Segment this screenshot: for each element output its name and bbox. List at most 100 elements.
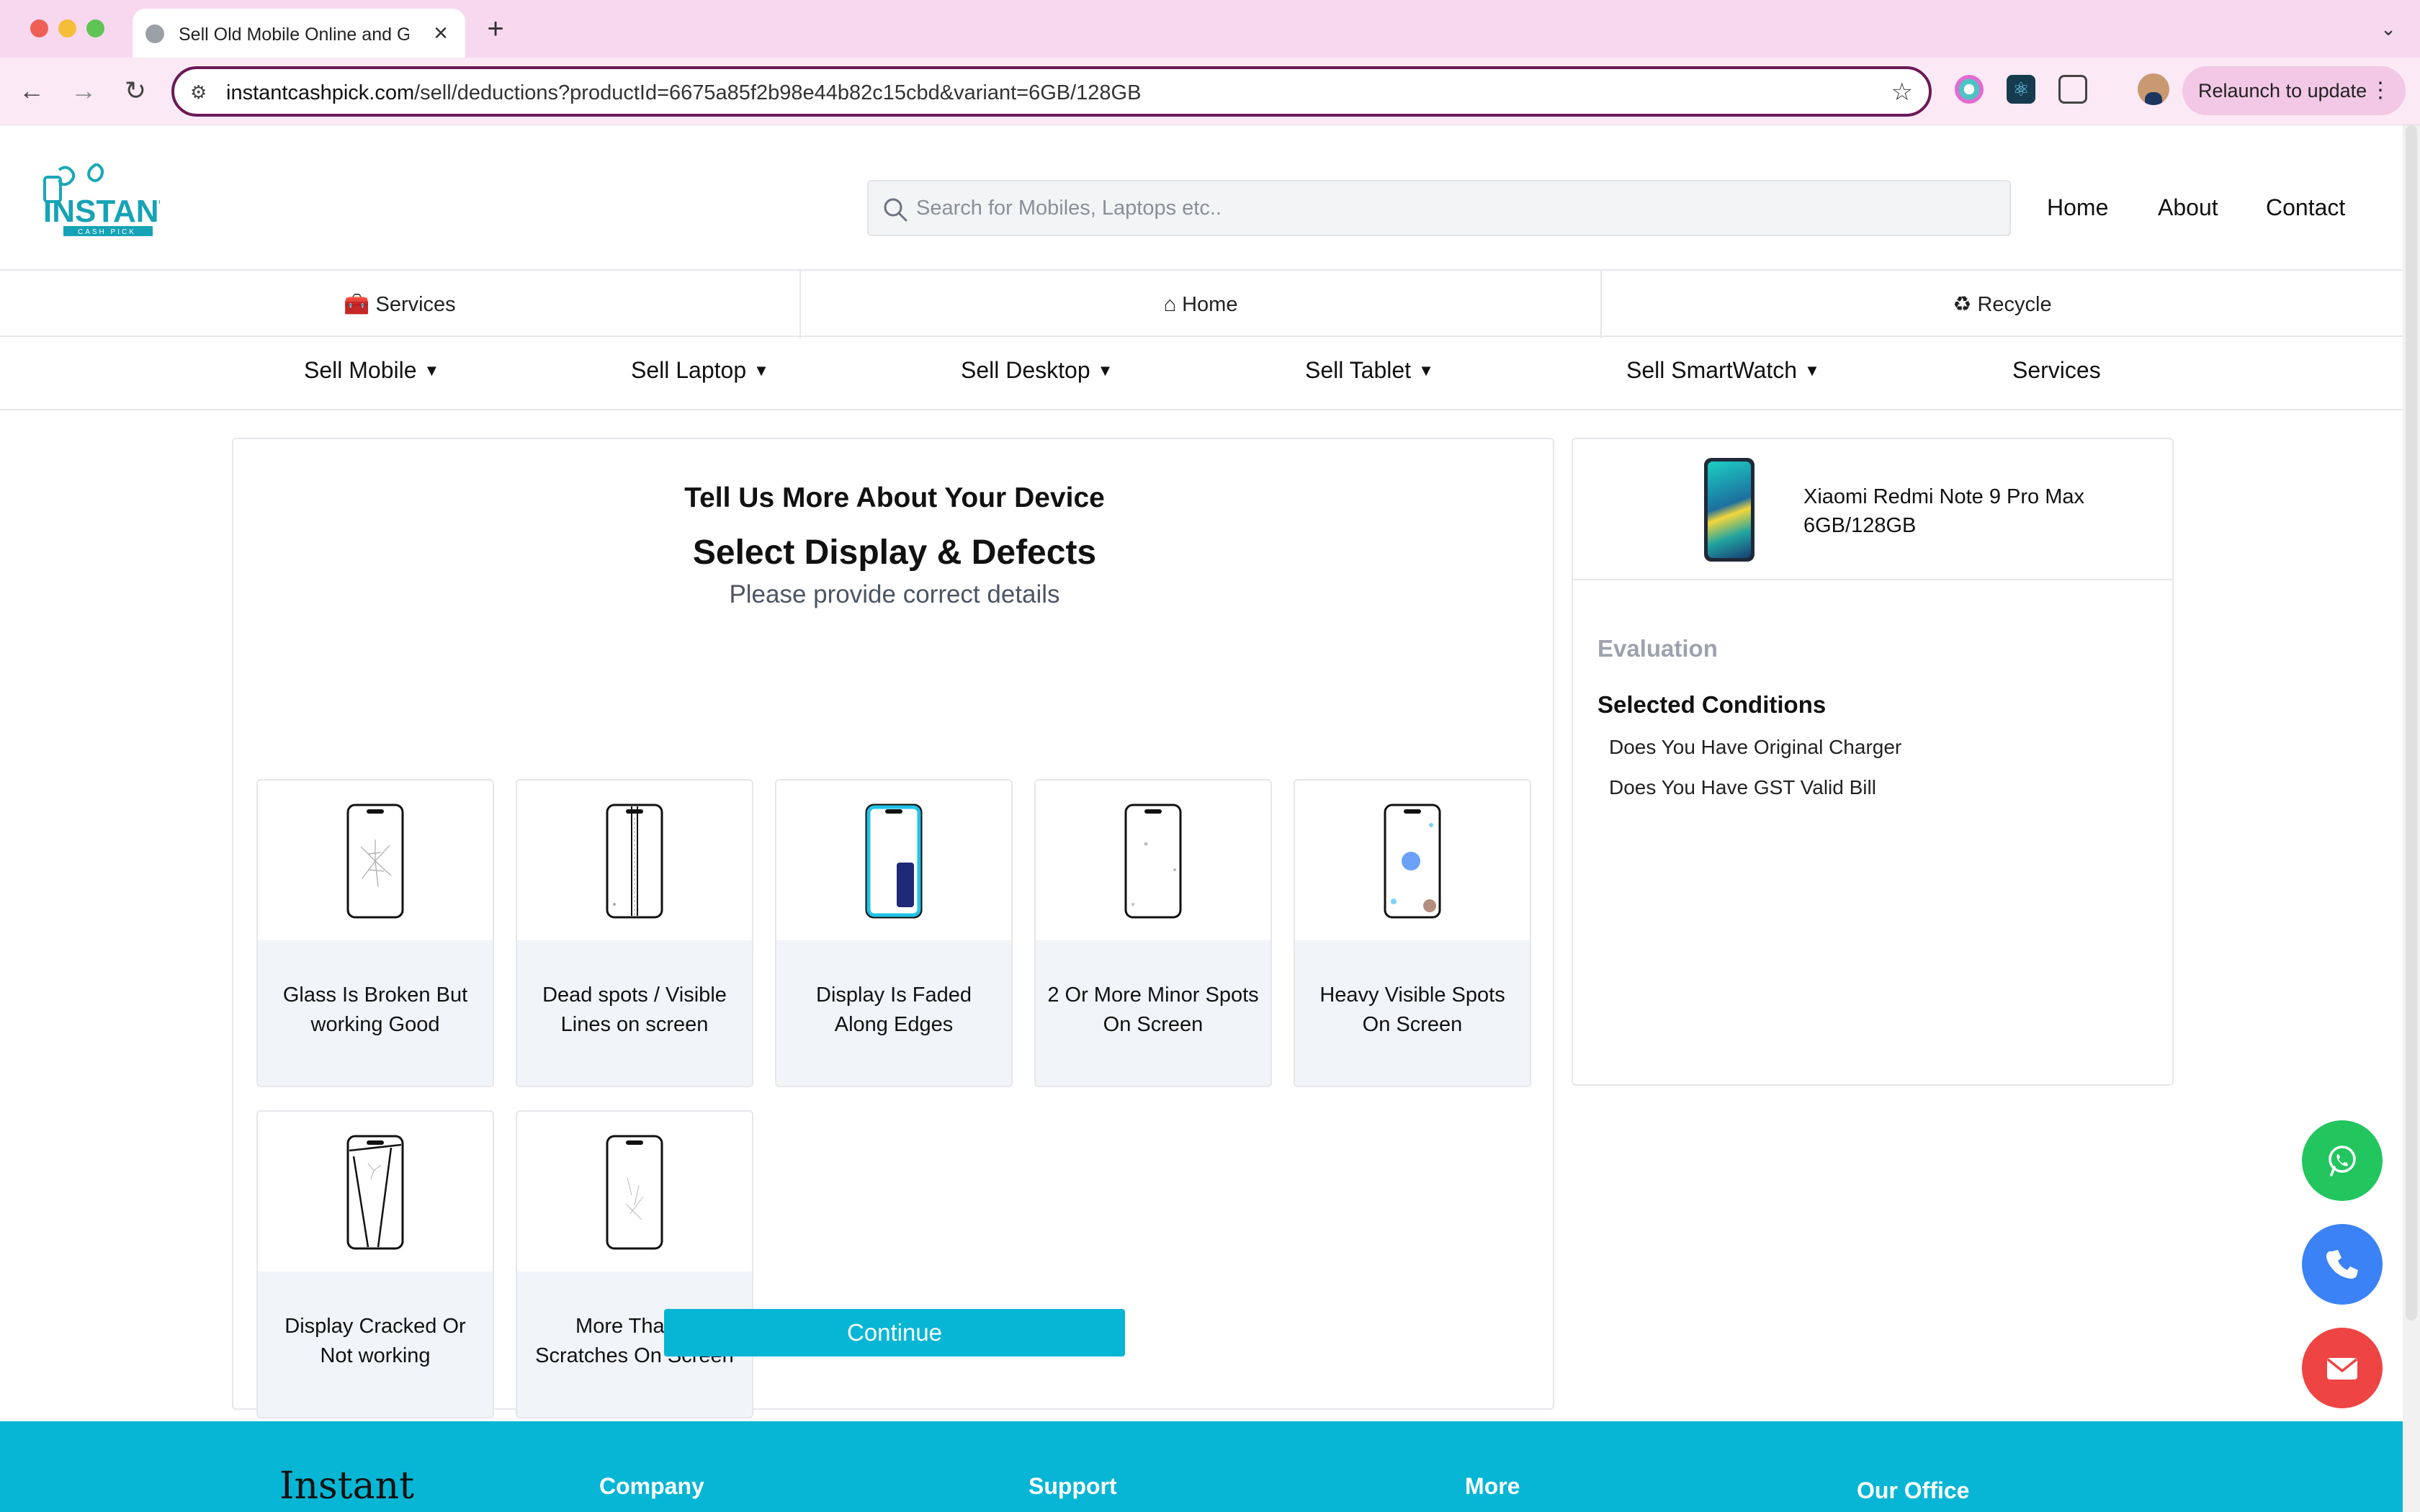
react-devtools-icon[interactable]: ⚛	[2007, 75, 2035, 104]
maximize-window-button[interactable]	[86, 19, 104, 37]
svg-text:INSTANT: INSTANT	[43, 194, 160, 229]
category-sell-laptop[interactable]: Sell Laptop ▼	[631, 357, 769, 384]
defect-option-heavy-spots[interactable]: Heavy Visible Spots On Screen	[1294, 779, 1531, 1087]
browser-toolbar: ← → ↻ ⚙ instantcashpick.com/sell/deducti…	[0, 58, 2420, 125]
tab-title: Sell Old Mobile Online and Ge	[179, 24, 409, 45]
category-sell-smartwatch[interactable]: Sell SmartWatch ▼	[1626, 357, 1820, 384]
quick-nav-recycle[interactable]: ♻ Recycle	[1602, 271, 2403, 338]
defect-option-display-cracked[interactable]: Display Cracked Or Not working	[256, 1110, 494, 1418]
defect-option-faded-edges[interactable]: Display Is Faded Along Edges	[775, 779, 1013, 1087]
defect-option-label: Glass Is Broken But working Good	[282, 984, 468, 1036]
web-page: INSTANT CASH PICK Home About Contact 🧰 S…	[0, 125, 2403, 1512]
new-tab-button[interactable]: +	[481, 13, 510, 45]
device-summary-header: Xiaomi Redmi Note 9 Pro Max 6GB/128GB	[1573, 439, 2172, 580]
tab-close-icon[interactable]: ×	[426, 19, 455, 48]
footer-column-company: Company	[599, 1473, 704, 1499]
globe-icon	[145, 24, 164, 43]
search-box[interactable]	[867, 180, 2011, 236]
continue-button[interactable]: Continue	[664, 1309, 1125, 1356]
top-nav-about[interactable]: About	[2158, 194, 2218, 221]
chevron-down-icon[interactable]: ⌄	[2374, 14, 2403, 43]
reload-icon[interactable]: ↻	[118, 73, 153, 108]
close-window-button[interactable]	[30, 19, 48, 37]
search-icon	[884, 198, 908, 222]
defects-card: Tell Us More About Your Device Select Di…	[232, 438, 1554, 1418]
quick-nav-strip: 🧰 Services ⌂ Home ♻ Recycle	[0, 269, 2403, 338]
heavy-spots-phone-icon	[1384, 804, 1441, 919]
evaluation-label: Evaluation	[1597, 635, 1718, 662]
footer-column-support: Support	[1028, 1473, 1117, 1499]
defect-option-minor-spots[interactable]: 2 Or More Minor Spots On Screen	[1034, 779, 1272, 1087]
defect-option-label: 2 Or More Minor Spots On Screen	[1047, 984, 1259, 1036]
device-name: Xiaomi Redmi Note 9 Pro Max 6GB/128GB	[1803, 485, 2085, 537]
minimize-window-button[interactable]	[58, 19, 76, 37]
call-button[interactable]	[2302, 1224, 2383, 1305]
category-bar: Sell Mobile ▼ Sell Laptop ▼ Sell Desktop ▼ …	[0, 337, 2403, 410]
footer-brand: Instant	[279, 1464, 415, 1508]
defect-option-label: Display Cracked Or Not working	[284, 1315, 466, 1367]
extension-icon[interactable]	[1955, 75, 1984, 104]
browser-tab-bar: Sell Old Mobile Online and Ge × + ⌄	[0, 0, 2420, 58]
back-arrow-icon[interactable]: ←	[14, 73, 49, 108]
instant-cash-pick-logo[interactable]: INSTANT CASH PICK	[37, 163, 160, 242]
cracked-glass-phone-icon	[346, 804, 404, 919]
defect-option-label: Dead spots / Visible Lines on screen	[542, 984, 727, 1036]
whatsapp-button[interactable]	[2302, 1120, 2383, 1201]
device-image	[1704, 458, 1754, 562]
browser-tab[interactable]: Sell Old Mobile Online and Ge ×	[133, 9, 465, 58]
scratches-phone-icon	[606, 1135, 663, 1250]
faded-edges-phone-icon	[865, 804, 923, 919]
device-summary-card: Xiaomi Redmi Note 9 Pro Max 6GB/128GB Ev…	[1572, 438, 2174, 1086]
category-sell-desktop[interactable]: Sell Desktop ▼	[961, 357, 1113, 384]
address-bar[interactable]: ⚙ instantcashpick.com/sell/deductions?pr…	[171, 66, 1932, 117]
phone-icon	[2326, 1250, 2358, 1279]
selected-conditions-title: Selected Conditions	[1597, 691, 1827, 718]
quick-nav-services[interactable]: 🧰 Services	[0, 271, 801, 338]
quick-nav-home[interactable]: ⌂ Home	[801, 271, 1602, 338]
minor-spots-phone-icon	[1124, 804, 1182, 919]
top-nav-contact[interactable]: Contact	[2266, 194, 2345, 221]
page-heading: Tell Us More About Your Device	[684, 482, 1105, 513]
defect-option-scratches[interactable]: More Than 3 Scratches On Screen	[516, 1110, 753, 1418]
footer-column-office: Our Office	[1857, 1477, 1970, 1503]
extensions-puzzle-icon[interactable]	[2058, 75, 2087, 104]
chevron-down-icon: ▼	[1418, 361, 1434, 379]
profile-avatar[interactable]	[2138, 73, 2169, 105]
forward-arrow-icon[interactable]: →	[66, 73, 101, 108]
chevron-down-icon: ▼	[753, 361, 769, 379]
url-text[interactable]: instantcashpick.com/sell/deductions?prod…	[226, 81, 1141, 105]
bookmark-star-icon[interactable]: ☆	[1891, 79, 1913, 105]
cracked-display-phone-icon	[346, 1135, 404, 1250]
site-footer: Instant Company Support More Our Office	[0, 1421, 2403, 1512]
category-sell-mobile[interactable]: Sell Mobile ▼	[304, 357, 439, 384]
section-title: Select Display & Defects	[692, 534, 1097, 572]
svg-text:CASH PICK: CASH PICK	[78, 228, 136, 236]
page-scrollbar[interactable]	[2403, 125, 2420, 1512]
footer-column-more: More	[1465, 1473, 1520, 1499]
scrollbar-thumb[interactable]	[2406, 125, 2417, 1320]
home-icon: ⌂	[1163, 293, 1177, 316]
chevron-down-icon: ▼	[1804, 361, 1820, 379]
more-menu-icon: ⋮	[2370, 78, 2391, 102]
lines-on-screen-phone-icon	[606, 804, 663, 919]
section-hint: Please provide correct details	[729, 580, 1060, 608]
envelope-icon	[2326, 1358, 2358, 1380]
category-sell-tablet[interactable]: Sell Tablet ▼	[1305, 357, 1434, 384]
chevron-down-icon: ▼	[424, 361, 440, 379]
defect-option-dead-spots[interactable]: Dead spots / Visible Lines on screen	[516, 779, 753, 1087]
relaunch-button[interactable]: Relaunch to update ⋮	[2182, 66, 2406, 115]
defect-option-glass-broken[interactable]: Glass Is Broken But working Good	[256, 779, 494, 1087]
category-services[interactable]: Services	[2012, 357, 2101, 384]
toolbox-icon: 🧰	[344, 293, 370, 316]
condition-item: Does You Have GST Valid Bill	[1609, 776, 1876, 798]
site-header: INSTANT CASH PICK Home About Contact	[0, 125, 2403, 269]
site-settings-icon[interactable]: ⚙	[190, 81, 213, 104]
search-input[interactable]	[916, 181, 1996, 235]
chevron-down-icon: ▼	[1097, 361, 1113, 379]
defect-option-label: Display Is Faded Along Edges	[816, 984, 972, 1036]
defect-option-label: Heavy Visible Spots On Screen	[1319, 984, 1505, 1036]
email-button[interactable]	[2302, 1328, 2383, 1408]
recycle-icon: ♻	[1953, 293, 1972, 316]
top-nav-home[interactable]: Home	[2047, 194, 2108, 221]
whatsapp-icon	[2329, 1146, 2356, 1176]
